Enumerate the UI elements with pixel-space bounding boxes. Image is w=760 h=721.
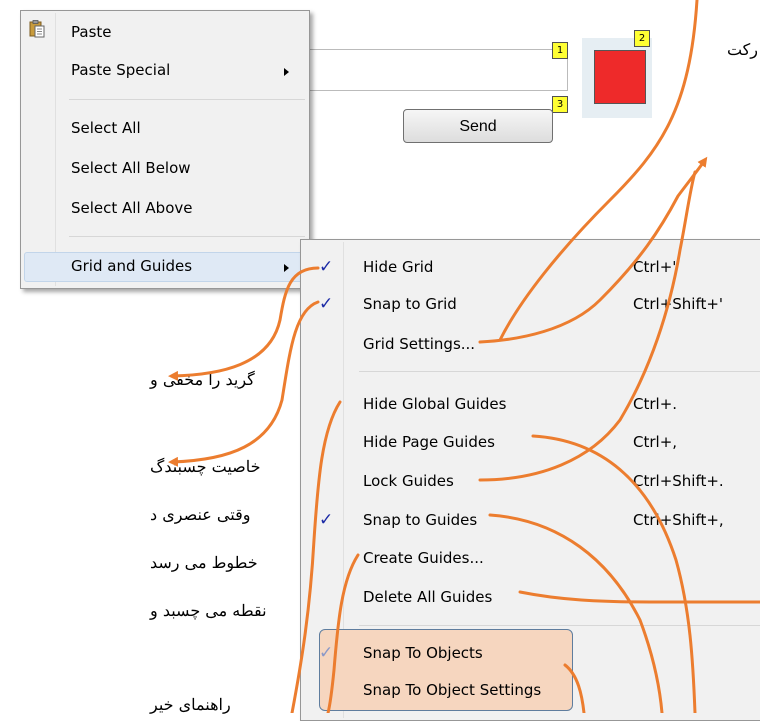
- arrow-page-guides: [531, 434, 697, 713]
- arrow-create-guides: [326, 553, 360, 713]
- arrow-delete-all-guides: [518, 590, 760, 604]
- arrow-hide-grid-note: [168, 266, 320, 381]
- arrow-snap-objects-group: [563, 663, 586, 713]
- annotation-arrows: [168, 0, 760, 713]
- arrow-lock-guides: [478, 170, 697, 482]
- arrow-snap-grid-note: [168, 300, 320, 467]
- arrow-top-right-curve: [498, 0, 699, 342]
